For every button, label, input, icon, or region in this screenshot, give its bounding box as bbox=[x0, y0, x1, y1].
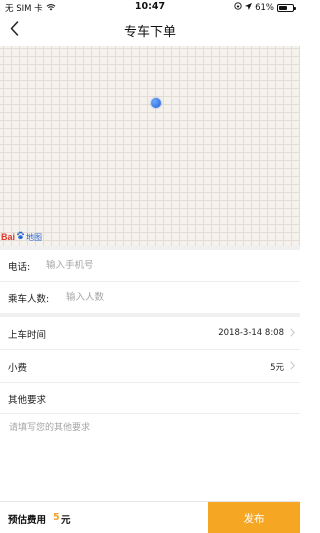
navigation-bar: 专车下单 bbox=[0, 14, 300, 46]
estimated-fee-unit: 元 bbox=[61, 515, 71, 526]
pickup-time-value: 2018-3-14 8:08 bbox=[218, 328, 284, 338]
bottom-bar: 预估费用 5 元 发布 bbox=[0, 501, 300, 533]
status-right: 61% bbox=[234, 2, 296, 13]
pickup-time-row[interactable]: 上车时间 2018-3-14 8:08 bbox=[0, 317, 300, 349]
phone-row: 电话: bbox=[0, 250, 300, 281]
page-title: 专车下单 bbox=[123, 25, 176, 40]
logo-text: Bai bbox=[1, 232, 16, 242]
row-divider bbox=[0, 413, 300, 414]
tip-label: 小费 bbox=[8, 363, 28, 374]
chevron-left-icon bbox=[10, 20, 19, 40]
tip-value: 5元 bbox=[270, 363, 284, 373]
baidu-map-logo: Bai 地图 bbox=[1, 231, 42, 243]
map-view[interactable]: Bai 地图 bbox=[0, 46, 300, 246]
phone-input[interactable] bbox=[46, 258, 276, 272]
current-location-dot bbox=[151, 98, 161, 108]
publish-button[interactable]: 发布 bbox=[208, 502, 300, 533]
back-button[interactable] bbox=[3, 17, 25, 43]
baidu-paw-icon bbox=[16, 231, 25, 243]
passenger-count-label: 乘车人数: bbox=[8, 294, 50, 305]
tip-row[interactable]: 小费 5元 bbox=[0, 350, 300, 382]
other-requirements-input[interactable] bbox=[6, 418, 294, 508]
status-bar: 无 SIM 卡 10:47 61% bbox=[0, 0, 300, 14]
pickup-time-label: 上车时间 bbox=[8, 330, 47, 341]
passenger-count-row: 乘车人数: bbox=[0, 282, 300, 313]
battery-percent: 61% bbox=[255, 2, 274, 13]
battery-icon bbox=[277, 3, 296, 12]
passenger-count-input[interactable] bbox=[66, 290, 276, 304]
chevron-right-icon bbox=[290, 328, 295, 340]
battery-fill bbox=[279, 5, 287, 10]
orientation-lock-icon bbox=[234, 2, 242, 13]
location-arrow-icon bbox=[245, 2, 253, 13]
chevron-right-icon bbox=[290, 361, 295, 373]
other-requirements-row: 其他要求 bbox=[0, 383, 300, 413]
estimated-fee-amount: 5 bbox=[53, 512, 60, 523]
phone-label: 电话: bbox=[8, 262, 31, 273]
logo-suffix: 地图 bbox=[26, 232, 43, 242]
other-requirements-label: 其他要求 bbox=[8, 395, 47, 406]
estimated-fee-label: 预估费用 bbox=[8, 515, 47, 526]
